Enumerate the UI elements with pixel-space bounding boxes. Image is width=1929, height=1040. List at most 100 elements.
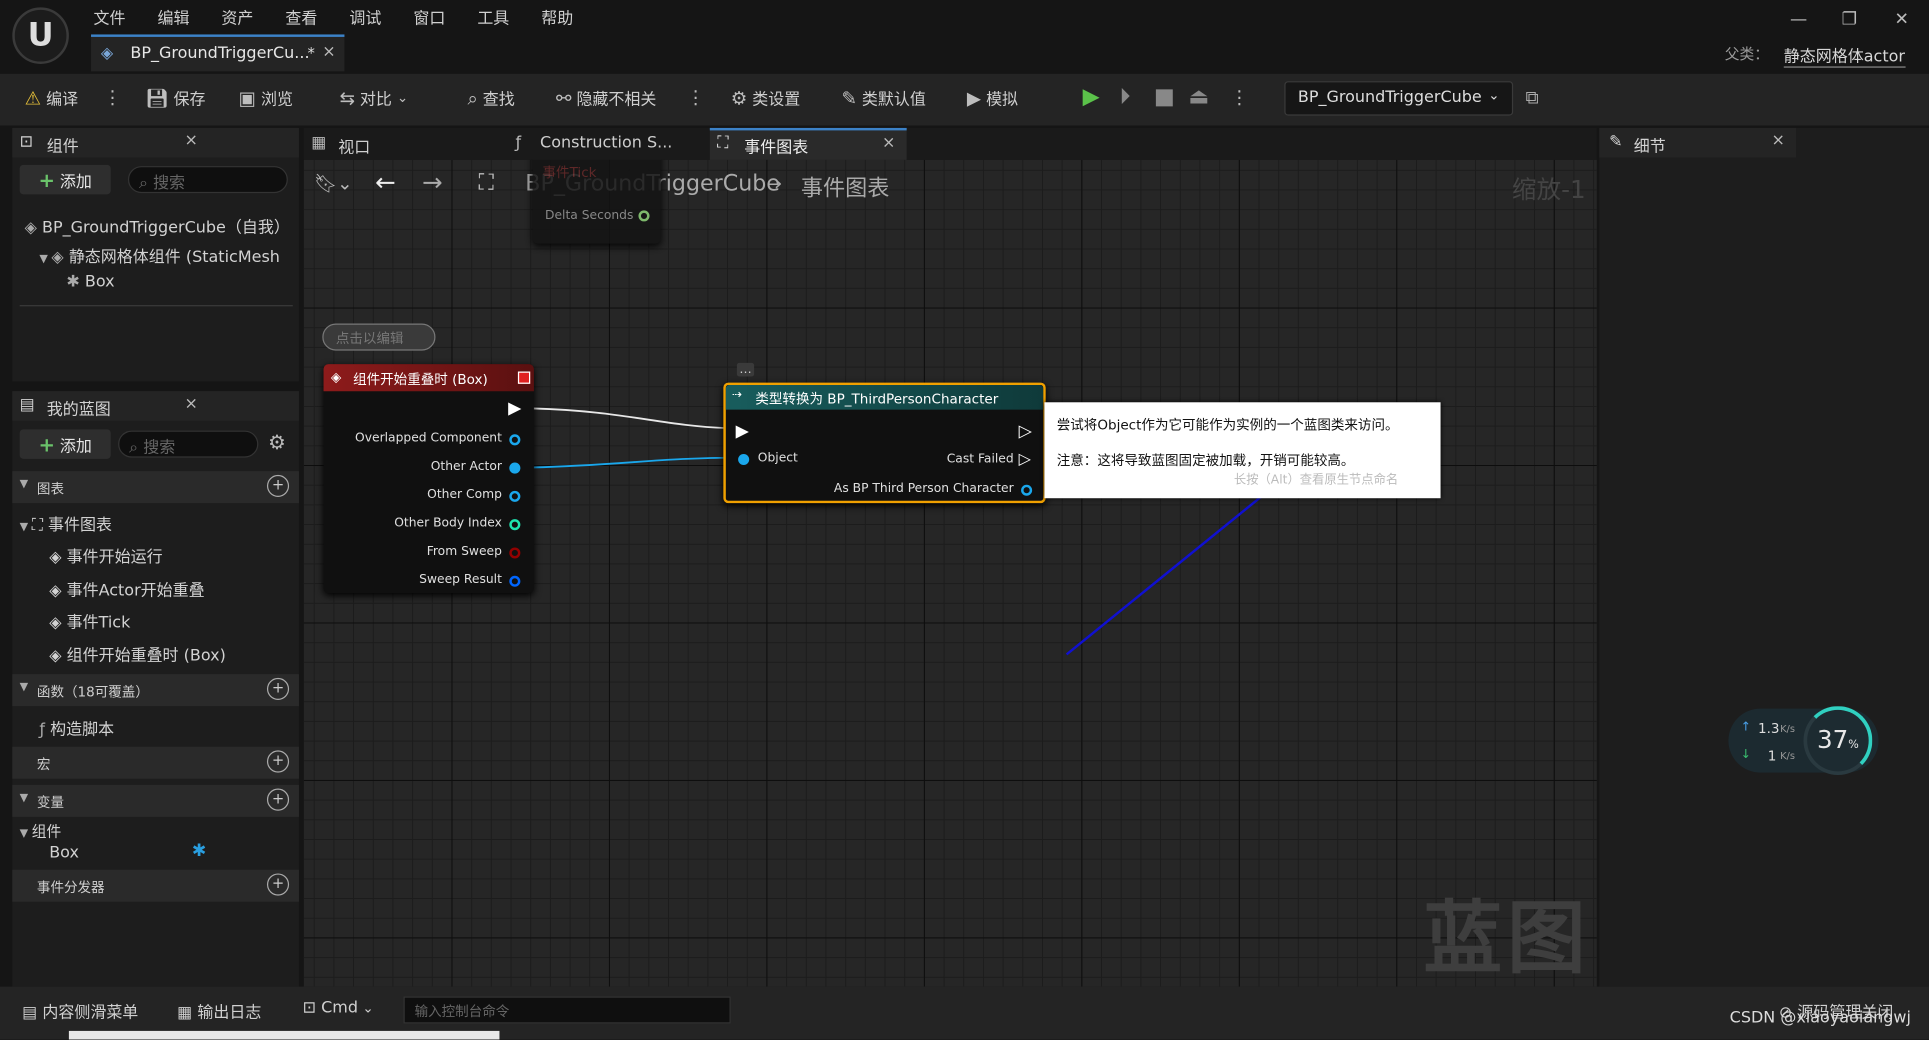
add-macro-icon[interactable]: +	[266, 750, 290, 773]
menu-file[interactable]: 文件	[93, 5, 125, 28]
upload-unit: K/s	[1780, 723, 1795, 735]
collapse-arrow-icon: ▼	[19, 478, 29, 491]
event-dispatchers-section[interactable]: 事件分发器 +	[12, 869, 299, 902]
exec-out-pin-icon[interactable]: ▷	[1019, 422, 1032, 442]
event-item[interactable]: ◈ 事件开始运行	[49, 544, 162, 567]
construction-script-item[interactable]: ƒ 构造脚本	[39, 716, 114, 739]
plus-icon: +	[38, 432, 55, 456]
gear-icon[interactable]: ⚙	[268, 431, 286, 454]
tab-construction-script[interactable]: ƒ Construction S...	[508, 128, 705, 160]
simulate-button[interactable]: ▶ 模拟	[967, 86, 1018, 110]
diff-button[interactable]: ⇆ 对比 ⌄	[340, 86, 409, 110]
float-pin-icon[interactable]	[638, 210, 650, 222]
play-icon[interactable]: ▶	[1083, 84, 1100, 110]
add-dispatcher-icon[interactable]: +	[266, 873, 290, 896]
overlap-node-header: ◈ 组件开始重叠时 (Box)	[323, 364, 534, 392]
event-graph-canvas[interactable]: 🔖︎⌄ ← → ⛶ BP_GroundTriggerCube › 事件图表 缩放…	[303, 159, 1597, 987]
output-log-button[interactable]: ▦ 输出日志	[177, 999, 261, 1022]
event-item[interactable]: ◈ 组件开始重叠时 (Box)	[49, 642, 226, 665]
class-defaults-button[interactable]: ✎ 类默认值	[841, 86, 925, 110]
document-tab[interactable]: ◈ BP_GroundTriggerCu... * ×	[91, 34, 345, 72]
add-graph-icon[interactable]: +	[266, 474, 290, 498]
menu-tools[interactable]: 工具	[477, 5, 509, 28]
overlapped-component-pin-label: Overlapped Component	[355, 431, 502, 446]
exec-out-pin-icon[interactable]: ▶	[508, 399, 521, 419]
object-pin-icon[interactable]	[509, 462, 521, 474]
variables-section[interactable]: ▼ 变量 +	[12, 784, 299, 817]
close-panel-icon[interactable]: ×	[1771, 132, 1784, 150]
bool-pin-icon[interactable]	[509, 547, 521, 559]
macros-section[interactable]: 宏 +	[12, 746, 299, 779]
class-settings-button[interactable]: ⚙ 类设置	[731, 86, 800, 110]
compile-button[interactable]: ⚠ 编译	[25, 86, 78, 110]
console-input[interactable]: 输入控制台命令	[403, 996, 731, 1024]
close-window-button[interactable]: ✕	[1895, 10, 1909, 30]
object-pin-icon[interactable]	[1021, 484, 1033, 496]
add-variable-icon[interactable]: +	[266, 788, 290, 811]
add-function-icon[interactable]: +	[266, 677, 290, 700]
browse-button[interactable]: ▣ 浏览	[239, 86, 293, 110]
event-tick-node[interactable]: 事件Tick Delta Seconds	[532, 159, 661, 244]
find-in-world-icon[interactable]: ⧉	[1525, 86, 1538, 108]
close-tab-icon[interactable]: ×	[882, 134, 895, 152]
delegate-pin-icon[interactable]	[517, 371, 531, 384]
menu-debug[interactable]: 调试	[349, 5, 381, 28]
debug-object-select[interactable]: BP_GroundTriggerCube ⌄	[1284, 81, 1514, 116]
tab-construction-label: Construction S...	[540, 134, 673, 153]
hide-unrelated-button[interactable]: ⚯ 隐藏不相关	[556, 86, 656, 110]
menu-view[interactable]: 查看	[285, 5, 317, 28]
my-blueprint-search-input[interactable]: ⌕ 搜索	[118, 430, 259, 458]
struct-pin-icon[interactable]	[509, 575, 521, 587]
event-item[interactable]: ◈ 事件Actor开始重叠	[49, 577, 204, 600]
cmd-select[interactable]: ⊡ Cmd ⌄	[303, 999, 374, 1017]
menu-help[interactable]: 帮助	[541, 5, 573, 28]
functions-section[interactable]: ▼ 函数（18可覆盖） +	[12, 674, 299, 707]
node-comment-icon[interactable]: …	[736, 362, 755, 377]
menu-edit[interactable]: 编辑	[157, 5, 189, 28]
add-component-button[interactable]: + 添加	[19, 164, 111, 195]
tab-event-graph[interactable]: ⛶ 事件图表 ×	[709, 127, 907, 160]
parent-class-link[interactable]: 静态网格体actor	[1783, 43, 1905, 68]
components-variable-group[interactable]: ▼ 组件	[20, 821, 62, 842]
stop-icon[interactable]: ■	[1154, 84, 1175, 110]
component-begin-overlap-node[interactable]: ◈ 组件开始重叠时 (Box) ▶ Overlapped Component O…	[323, 364, 534, 593]
graphs-section[interactable]: ▼ 图表 +	[12, 471, 299, 504]
add-member-button[interactable]: + 添加	[19, 429, 111, 459]
cpu-usage-ring[interactable]: 37%	[1803, 706, 1873, 776]
exec-out-pin-icon[interactable]: ▷	[1019, 450, 1031, 468]
event-item[interactable]: ◈ 事件Tick	[49, 609, 130, 632]
tab-viewport[interactable]: ▦ 视口	[304, 128, 489, 160]
restore-button[interactable]: ❐	[1842, 10, 1857, 30]
close-panel-icon[interactable]: ×	[185, 395, 198, 413]
compile-options-icon[interactable]: ⋮	[103, 86, 121, 108]
unreal-logo-icon[interactable]: U	[12, 7, 69, 64]
menu-window[interactable]: 窗口	[413, 5, 445, 28]
tree-root[interactable]: ◈ BP_GroundTriggerCube（自我）	[25, 214, 290, 237]
menu-asset[interactable]: 资产	[221, 5, 253, 28]
play-options-icon[interactable]: ⋮	[1230, 86, 1248, 108]
tree-static-mesh[interactable]: ▼ ◈ 静态网格体组件 (StaticMesh	[39, 244, 280, 267]
plus-icon: +	[38, 167, 55, 192]
object-pin-icon[interactable]	[738, 453, 750, 466]
int-pin-icon[interactable]	[509, 519, 521, 531]
step-icon[interactable]: ⏵	[1119, 84, 1130, 110]
cast-to-character-node[interactable]: ⇢ 类型转换为 BP_ThirdPersonCharacter ▶ ▷ Obje…	[723, 382, 1046, 504]
event-graph-item[interactable]: ▼ ⛶ 事件图表	[20, 512, 112, 535]
comment-bubble[interactable]: 点击以编辑	[322, 323, 436, 351]
save-button[interactable]: 💾︎ 保存	[145, 86, 205, 110]
object-pin-icon[interactable]	[509, 490, 521, 502]
add-label: 添加	[59, 172, 92, 192]
content-drawer-button[interactable]: ▤ 内容侧滑菜单	[22, 999, 138, 1022]
find-button[interactable]: ⌕ 查找	[467, 86, 514, 110]
exec-in-pin-icon[interactable]: ▶	[736, 422, 749, 442]
close-panel-icon[interactable]: ×	[185, 132, 198, 150]
minimize-button[interactable]: —	[1790, 10, 1807, 30]
close-tab-icon[interactable]: ×	[322, 43, 335, 61]
tree-box[interactable]: ✱ Box	[66, 273, 114, 291]
components-search-input[interactable]: ⌕ 搜索	[127, 166, 288, 194]
box-variable[interactable]: Box	[49, 844, 79, 862]
more-options-icon[interactable]: ⋮	[686, 86, 704, 108]
tooltip-hint: 长按（Alt）查看原生节点命名	[1233, 473, 1399, 488]
object-pin-icon[interactable]	[509, 434, 521, 446]
eject-icon[interactable]: ⏏	[1188, 84, 1209, 110]
